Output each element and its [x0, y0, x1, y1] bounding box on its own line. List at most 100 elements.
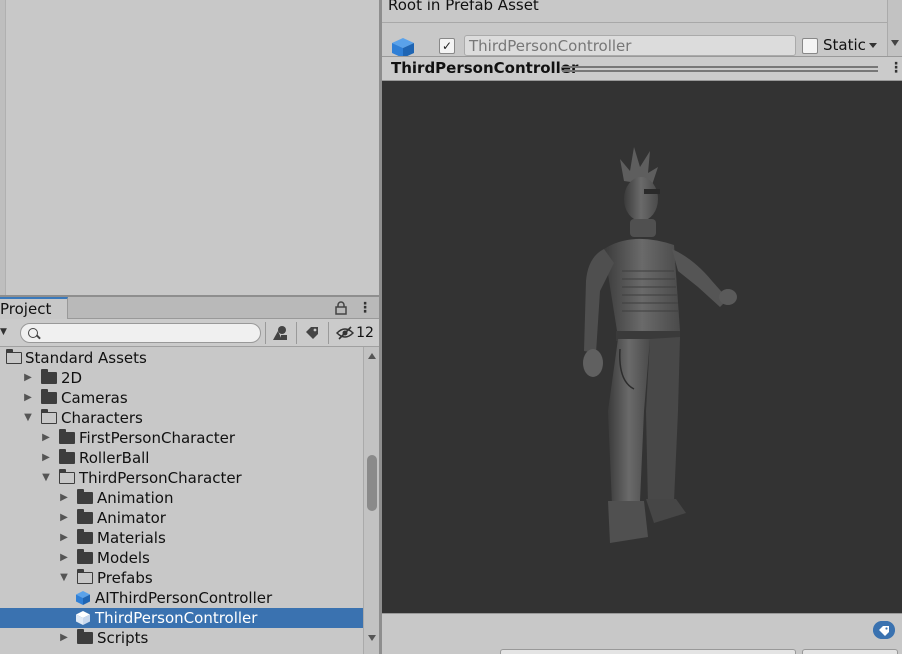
- expand-arrow-down-icon[interactable]: ▼: [40, 468, 52, 488]
- model-preview-viewport[interactable]: [382, 81, 902, 613]
- folder-icon: [77, 489, 93, 504]
- character-model-preview: [583, 147, 737, 543]
- folder-open-icon: [6, 349, 22, 364]
- tree-item-label: Standard Assets: [25, 349, 147, 367]
- panel-edge-strip: [0, 0, 6, 295]
- tree-item[interactable]: Standard Assets: [0, 348, 363, 368]
- static-label: Static: [823, 36, 866, 54]
- scrollbar-thumb[interactable]: [367, 455, 377, 511]
- tree-item-selected[interactable]: ThirdPersonController: [0, 608, 363, 628]
- tree-item[interactable]: ▶ Animator: [0, 508, 363, 528]
- tree-item-label: Materials: [97, 529, 166, 547]
- tree-item-label: Models: [97, 549, 150, 567]
- prefab-root-label: Root in Prefab Asset: [388, 0, 539, 14]
- prefab-cube-icon: [76, 591, 90, 605]
- folder-icon: [77, 529, 93, 544]
- hidden-packages-toggle[interactable]: 12: [333, 323, 377, 343]
- project-tab-bar: Project ⋮: [0, 297, 379, 319]
- unity-editor-window: Project ⋮ ▼ 12 Standard Assets ▶ 2D ▶ Ca…: [0, 0, 902, 654]
- search-input[interactable]: [20, 323, 261, 343]
- folder-open-icon: [77, 569, 93, 584]
- prefab-cube-icon: [392, 38, 414, 56]
- tree-item[interactable]: AIThirdPersonController: [0, 588, 363, 608]
- expand-arrow-right-icon[interactable]: ▶: [58, 528, 70, 548]
- expand-arrow-right-icon[interactable]: ▶: [22, 368, 34, 388]
- folder-icon: [59, 449, 75, 464]
- lock-icon[interactable]: [335, 301, 347, 315]
- asset-bundle-field[interactable]: [500, 649, 796, 654]
- divider: [382, 22, 887, 23]
- expand-arrow-down-icon[interactable]: ▼: [58, 568, 70, 588]
- tree-item-label: Prefabs: [97, 569, 153, 587]
- project-scrollbar[interactable]: [363, 347, 379, 654]
- asset-labels-bar: [382, 613, 902, 654]
- tree-item-label: Cameras: [61, 389, 128, 407]
- tag-icon: [306, 327, 318, 339]
- tree-item[interactable]: ▼ Characters: [0, 408, 363, 428]
- object-name-field[interactable]: ThirdPersonController: [464, 35, 796, 56]
- preview-title: ThirdPersonController: [391, 59, 579, 77]
- toolbar-divider: [265, 322, 266, 344]
- expand-arrow-right-icon[interactable]: ▶: [40, 428, 52, 448]
- folder-icon: [77, 509, 93, 524]
- tree-item[interactable]: ▶ Scripts: [0, 628, 363, 648]
- kebab-menu-icon[interactable]: ⋮: [358, 300, 372, 316]
- eye-slash-icon: [336, 326, 355, 340]
- inspector-scrollbar[interactable]: [887, 0, 902, 56]
- scroll-down-arrow-icon[interactable]: [891, 40, 899, 46]
- tree-item[interactable]: ▶ Animation: [0, 488, 363, 508]
- tree-item[interactable]: ▶ Cameras: [0, 388, 363, 408]
- scene-hierarchy-panel: [0, 0, 380, 295]
- active-checkbox[interactable]: ✓: [439, 38, 455, 54]
- expand-arrow-right-icon[interactable]: ▶: [58, 488, 70, 508]
- tree-item[interactable]: ▶ FirstPersonCharacter: [0, 428, 363, 448]
- tree-item[interactable]: ▶ Materials: [0, 528, 363, 548]
- tab-project[interactable]: Project: [0, 297, 68, 319]
- drag-grip-handle[interactable]: [562, 66, 878, 72]
- folder-icon: [59, 429, 75, 444]
- expand-arrow-right-icon[interactable]: ▶: [58, 548, 70, 568]
- expand-arrow-right-icon[interactable]: ▶: [22, 388, 34, 408]
- scroll-down-arrow-icon[interactable]: [368, 635, 376, 641]
- kebab-menu-icon[interactable]: ⋮: [889, 60, 902, 76]
- inspector-header: Root in Prefab Asset ✓ ThirdPersonContro…: [382, 0, 902, 56]
- tree-item[interactable]: ▼ Prefabs: [0, 568, 363, 588]
- static-checkbox[interactable]: [802, 38, 818, 54]
- search-icon: [28, 328, 38, 338]
- shapes-icon: [273, 326, 287, 340]
- static-dropdown-arrow-icon[interactable]: [869, 43, 877, 48]
- toolbar-divider: [328, 322, 329, 344]
- expand-arrow-right-icon[interactable]: ▶: [58, 508, 70, 528]
- filter-by-label-button[interactable]: [300, 323, 324, 343]
- tree-item-label: AIThirdPersonController: [95, 589, 273, 607]
- hidden-count: 12: [356, 325, 374, 341]
- prefab-cube-icon: [76, 611, 90, 625]
- asset-label-tag-icon[interactable]: [873, 621, 895, 639]
- tree-item[interactable]: ▼ ThirdPersonCharacter: [0, 468, 363, 488]
- tree-item-label: Characters: [61, 409, 143, 427]
- folder-icon: [41, 389, 57, 404]
- tree-item-label: ThirdPersonCharacter: [79, 469, 242, 487]
- expand-arrow-down-icon[interactable]: ▼: [22, 408, 34, 428]
- create-dropdown-arrow-icon[interactable]: ▼: [0, 327, 8, 337]
- preview-header-bar[interactable]: ThirdPersonController ⋮: [382, 56, 902, 81]
- folder-open-icon: [41, 409, 57, 424]
- expand-arrow-right-icon[interactable]: ▶: [58, 628, 70, 648]
- expand-arrow-right-icon[interactable]: ▶: [40, 448, 52, 468]
- project-toolbar: ▼ 12: [0, 319, 379, 347]
- tab-project-label: Project: [0, 300, 52, 318]
- tree-item[interactable]: ▶ RollerBall: [0, 448, 363, 468]
- project-folder-tree: Standard Assets ▶ 2D ▶ Cameras ▼ Characters ▶ Fi…: [0, 347, 363, 654]
- tree-item-label: FirstPersonCharacter: [79, 429, 236, 447]
- folder-icon: [77, 549, 93, 564]
- filter-by-type-button[interactable]: [268, 323, 292, 343]
- scroll-up-arrow-icon[interactable]: [368, 353, 376, 359]
- tree-item[interactable]: ▶ Models: [0, 548, 363, 568]
- tree-item-label: RollerBall: [79, 449, 150, 467]
- folder-open-icon: [59, 469, 75, 484]
- tree-item[interactable]: ▶ 2D: [0, 368, 363, 388]
- toolbar-divider: [296, 322, 297, 344]
- tree-item-label: 2D: [61, 369, 83, 387]
- asset-variant-field[interactable]: [802, 649, 898, 654]
- tree-item-label: Animation: [97, 489, 174, 507]
